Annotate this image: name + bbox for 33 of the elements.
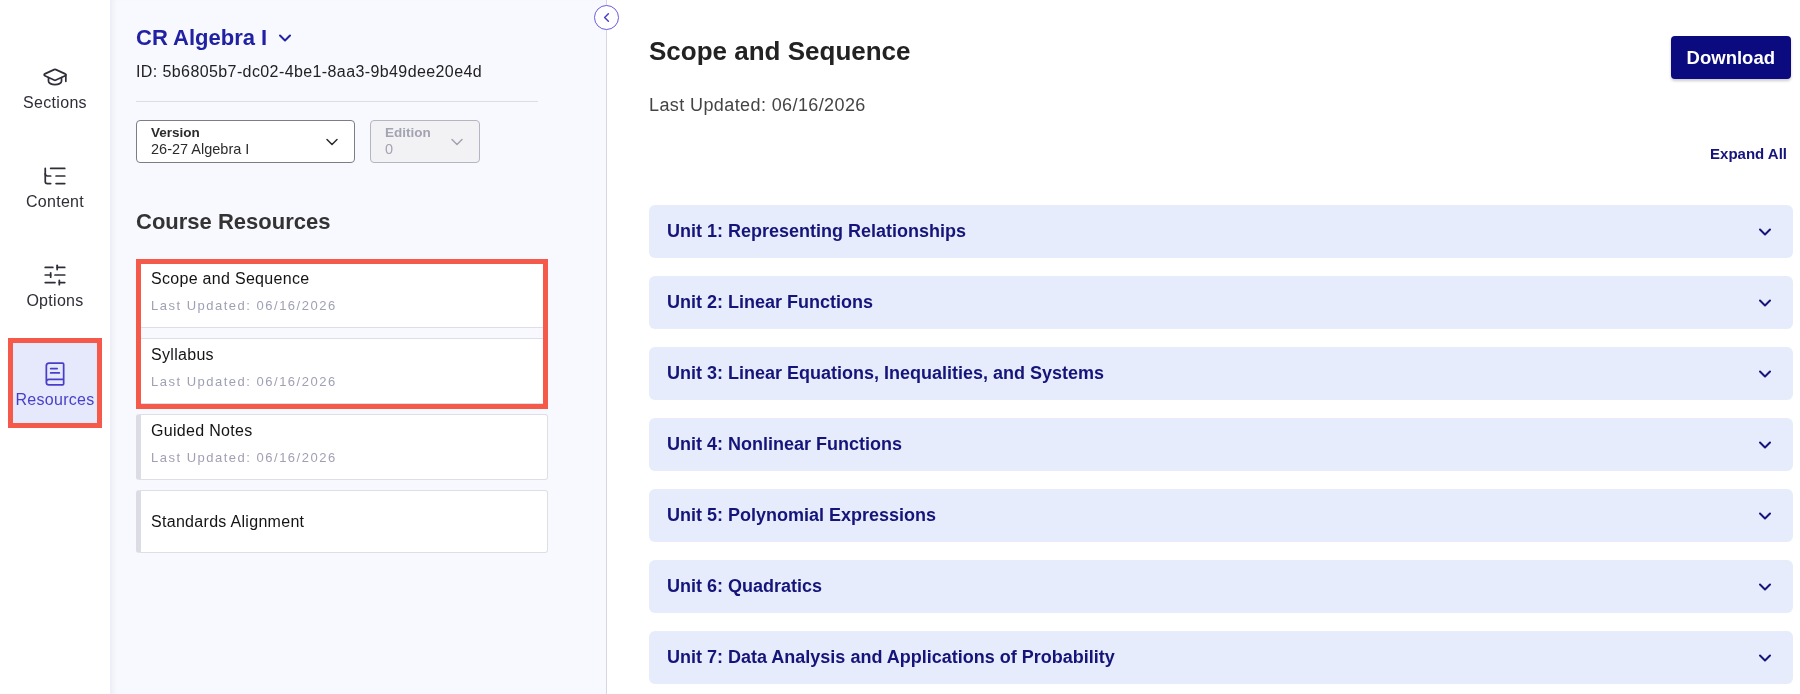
sliders-icon (42, 262, 68, 288)
unit-accordion[interactable]: Unit 4: Nonlinear Functions (649, 418, 1793, 471)
updated-date: Last Updated: 06/16/2026 (151, 373, 337, 391)
field-value: 0 (385, 141, 395, 158)
unit-accordion[interactable]: Unit 7: Data Analysis and Applications of Probability (649, 631, 1793, 684)
download-button[interactable]: Download (1670, 36, 1791, 79)
updated-date: Last Updated: 06/16/2026 (151, 449, 337, 467)
resource-card[interactable]: Standards Alignment (136, 490, 548, 553)
document-title: Scope and Sequence (649, 36, 911, 66)
nav-item[interactable]: Sections (8, 41, 102, 131)
resource-card[interactable]: Guided Notes Last Updated: 06/16/2026 (136, 414, 548, 480)
course-id: ID: 5b6805b7-dc02-4be1-8aa3-9b49dee20e4d (136, 63, 484, 81)
field-label: Edition (385, 125, 431, 141)
last-updated: Last Updated: 06/16/2026 (649, 94, 867, 116)
unit-accordion[interactable]: Unit 2: Linear Functions (649, 276, 1793, 329)
field-value: 26-27 Algebra I (151, 141, 250, 158)
field-label: Version (151, 125, 201, 141)
unit-accordion[interactable]: Unit 6: Quadratics (649, 560, 1793, 613)
nav-item[interactable]: Options (8, 239, 102, 329)
course-title[interactable]: CR Algebra I (136, 24, 296, 52)
dropdown-field[interactable]: Version 26-27 Algebra I (136, 120, 355, 163)
resource-title: Standards Alignment (151, 511, 305, 532)
expand-all-link[interactable]: Expand All (1710, 145, 1787, 163)
unit-accordion[interactable]: Unit 5: Polynomial Expressions (649, 489, 1793, 542)
resource-title: Syllabus (151, 345, 214, 365)
book-icon (42, 361, 68, 387)
unit-accordion[interactable]: Unit 3: Linear Equations, Inequalities, and Systems (649, 347, 1793, 400)
section-heading: Course Resources (136, 209, 332, 235)
resource-title: Scope and Sequence (151, 269, 310, 289)
resource-title: Guided Notes (151, 421, 253, 441)
updated-date: Last Updated: 06/16/2026 (151, 297, 337, 315)
nav-item[interactable]: Content (8, 140, 102, 230)
unit-accordion[interactable]: Unit 1: Representing Relationships (649, 205, 1793, 258)
